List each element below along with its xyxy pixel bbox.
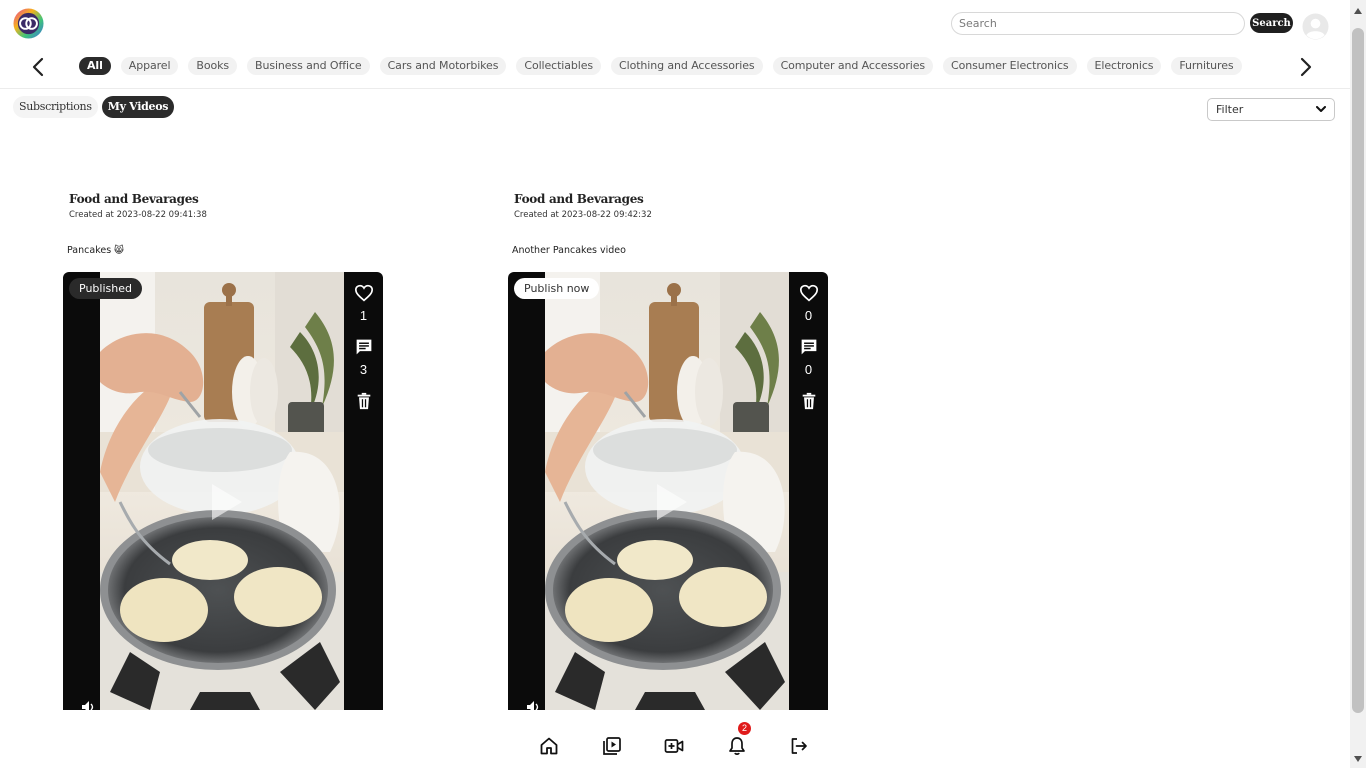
category-chip-computer-and-accessories[interactable]: Computer and Accessories — [772, 57, 933, 75]
add-video-icon[interactable] — [664, 736, 684, 756]
search-button[interactable]: Search — [1250, 13, 1293, 33]
bottom-nav — [0, 710, 1350, 768]
scroll-down-icon[interactable] — [1354, 756, 1362, 762]
heart-icon[interactable] — [799, 284, 819, 302]
search-input[interactable] — [952, 13, 1244, 34]
user-avatar-icon[interactable] — [1302, 13, 1329, 40]
chevron-down-icon — [1316, 106, 1326, 112]
comment-icon[interactable] — [354, 338, 374, 356]
trash-icon[interactable] — [354, 392, 374, 410]
comment-icon[interactable] — [799, 338, 819, 356]
play-icon[interactable] — [206, 482, 246, 522]
header-divider — [0, 88, 1350, 89]
like-count: 0 — [804, 308, 813, 323]
filter-select-value: Filter — [1216, 103, 1244, 116]
video-actions: 1 3 — [344, 272, 383, 710]
category-chip-collectiables[interactable]: Collectiables — [516, 57, 602, 75]
play-icon[interactable] — [651, 482, 691, 522]
category-chip-electronics[interactable]: Electronics — [1086, 57, 1162, 75]
video-actions: 0 0 — [789, 272, 828, 710]
notification-badge: 2 — [738, 722, 751, 735]
video-created-date: Created at 2023-08-22 09:42:32 — [514, 210, 652, 220]
video-description: Pancakes 😸 — [67, 245, 125, 256]
category-chip-apparel[interactable]: Apparel — [120, 57, 179, 75]
video-player[interactable]: Publish now 0 0 — [508, 272, 828, 710]
filter-select[interactable]: Filter — [1207, 98, 1335, 121]
category-chip-furnitures[interactable]: Furnitures — [1171, 57, 1242, 75]
video-player[interactable]: Published 1 3 — [63, 272, 383, 710]
status-badge: Published — [69, 278, 142, 299]
category-chip-all[interactable]: All — [79, 57, 111, 75]
video-library-icon[interactable] — [602, 736, 622, 756]
like-count: 1 — [359, 308, 368, 323]
chevron-right-icon[interactable] — [1294, 56, 1316, 78]
speaker-icon[interactable] — [526, 700, 540, 710]
category-chip-clothing-and-accessories[interactable]: Clothing and Accessories — [611, 57, 763, 75]
video-category-title: Food and Bevarages — [514, 192, 644, 206]
video-card: Food and Bevarages Created at 2023-08-22… — [63, 192, 393, 710]
category-chip-books[interactable]: Books — [188, 57, 238, 75]
logo-icon[interactable] — [13, 8, 44, 39]
video-description: Another Pancakes video — [512, 245, 626, 256]
search-field[interactable] — [951, 12, 1245, 35]
home-icon[interactable] — [539, 736, 559, 756]
category-chip-consumer-electronics[interactable]: Consumer Electronics — [943, 57, 1077, 75]
comment-count: 0 — [804, 362, 813, 377]
category-list: All Apparel Books Business and Office Ca… — [79, 57, 1242, 75]
tab-subscriptions[interactable]: Subscriptions — [13, 96, 98, 118]
tab-my-videos[interactable]: My Videos — [101, 96, 175, 118]
chevron-left-icon[interactable] — [28, 56, 50, 78]
category-chip-business-and-office[interactable]: Business and Office — [247, 57, 370, 75]
comment-count: 3 — [359, 362, 368, 377]
trash-icon[interactable] — [799, 392, 819, 410]
heart-icon[interactable] — [354, 284, 374, 302]
speaker-icon[interactable] — [81, 700, 95, 710]
logout-icon[interactable] — [789, 736, 809, 756]
scrollbar-thumb[interactable] — [1352, 28, 1364, 713]
bell-icon[interactable] — [727, 736, 747, 756]
category-chip-cars-and-motorbikes[interactable]: Cars and Motorbikes — [379, 57, 507, 75]
video-card: Food and Bevarages Created at 2023-08-22… — [508, 192, 838, 710]
video-tabs: Subscriptions My Videos — [13, 96, 175, 118]
video-created-date: Created at 2023-08-22 09:41:38 — [69, 210, 207, 220]
video-category-title: Food and Bevarages — [69, 192, 199, 206]
scroll-up-icon[interactable] — [1354, 8, 1362, 14]
publish-now-button[interactable]: Publish now — [514, 278, 600, 299]
